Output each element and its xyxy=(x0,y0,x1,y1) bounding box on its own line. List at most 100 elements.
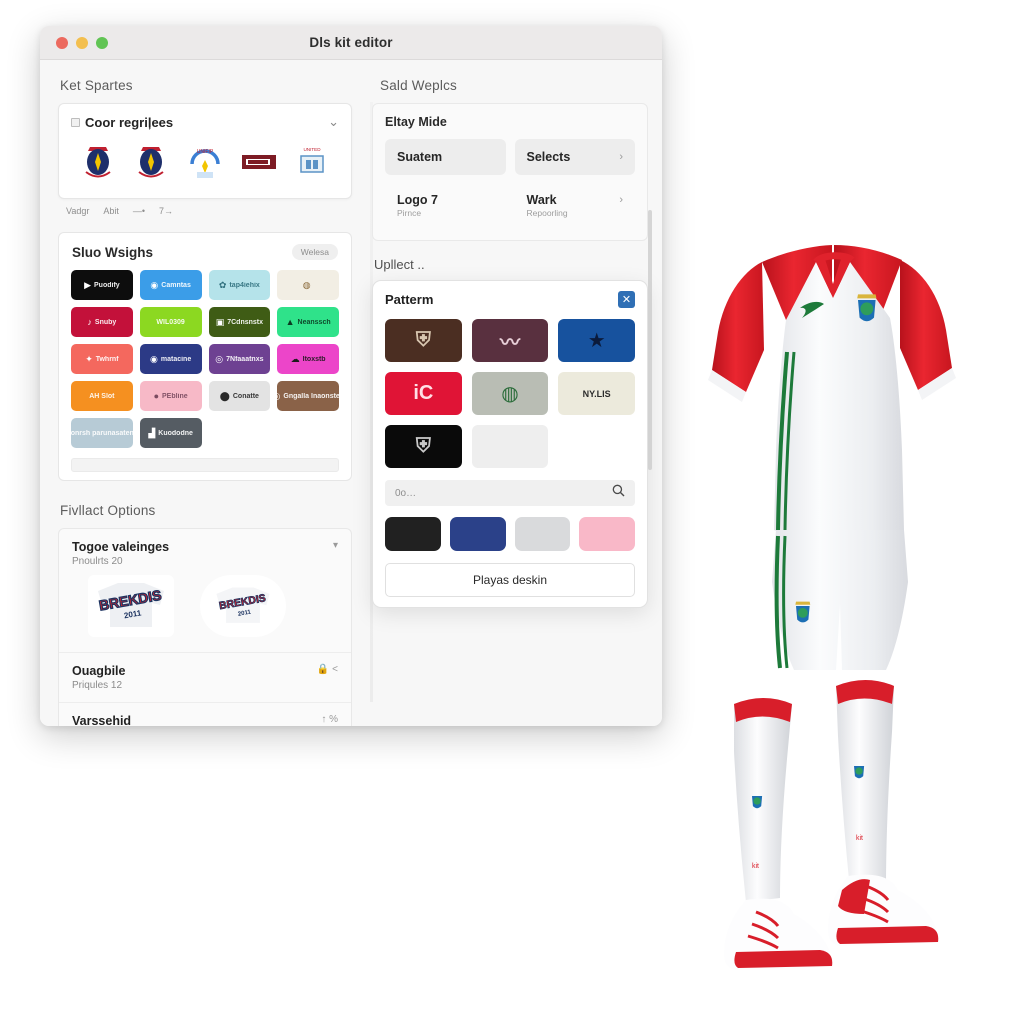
crest-thumb-2[interactable] xyxy=(131,140,171,184)
pattern-grid: ⛨ 〰 ★ iC ◍ NY.LIS ⛨ xyxy=(385,319,635,468)
sponsor-tile-glyph: ✦ xyxy=(85,353,93,364)
screen-root: Dls kit editor Ket Spartes Coor regriļee… xyxy=(0,0,1024,1024)
suatem-label: Suatem xyxy=(397,150,443,164)
sponsor-tile-label: matacine xyxy=(160,355,192,363)
right-column: Sald Weplcs Eltay Mide Suatem Selects › xyxy=(358,60,662,726)
sponsor-tile-glyph: ▟ xyxy=(148,427,156,438)
sponsor-tile-label: Gngalla Inaonstes xyxy=(283,392,339,400)
pattern-6[interactable]: NY.LIS xyxy=(558,372,635,415)
crest-card: Coor regriļees ⌄ UNIFIP UNITED xyxy=(58,103,352,199)
logos-card-badge[interactable]: Welesa xyxy=(291,244,338,260)
crest-thumb-4[interactable] xyxy=(239,140,279,184)
sponsor-tile-glyph: ◍ xyxy=(302,279,311,290)
subtab-3[interactable]: 7→ xyxy=(159,206,173,216)
crest-thumbnail-row: UNIFIP UNITED xyxy=(59,136,351,198)
sponsor-tile[interactable]: WIL0309 xyxy=(139,307,202,337)
eltay-mide-grid: Suatem Selects › Logo 7 Pirnce Wark › Re… xyxy=(385,139,635,226)
sponsor-tile[interactable]: ✦ Twhrnf xyxy=(71,344,133,374)
upload-icon[interactable]: ↑ % xyxy=(321,714,338,725)
fivllact-options-section: Fivllact Options Togoe valeinges Pnoulrt… xyxy=(52,503,358,726)
pattern-glyph: ⛨ xyxy=(415,329,431,351)
chevron-down-icon[interactable]: ⌄ xyxy=(328,114,339,130)
sponsor-tile[interactable]: ▲ Neanssch xyxy=(277,307,339,337)
list-item[interactable]: Togoe valeinges Pnoulrts 20 ▾ BREKDIS 20… xyxy=(59,529,351,653)
lock-icon[interactable]: 🔒 < xyxy=(317,664,338,675)
sponsor-tile[interactable]: ▶ Puodify xyxy=(71,270,133,300)
sponsor-tile[interactable]: ⬤ Conatte xyxy=(208,381,271,411)
sponsor-tile[interactable]: ▟ Kuododne xyxy=(139,418,202,448)
logo-button[interactable]: Logo 7 Pirnce xyxy=(385,184,506,226)
sponsor-tile-label: 7Cdnsnstx xyxy=(227,318,264,326)
playas-deskin-button[interactable]: Playas deskin xyxy=(385,563,635,597)
kit-sprites-heading: Ket Spartes xyxy=(60,78,133,93)
pattern-glyph: ◍ xyxy=(501,383,519,405)
sponsor-tile-glyph: ▲ xyxy=(285,316,295,327)
sponsor-tile[interactable]: ◎ 7Nfaaatnxs xyxy=(208,344,271,374)
sponsor-tile[interactable]: ◉ matacine xyxy=(139,344,202,374)
kit-thumb-round[interactable]: BREKDIS 2011 xyxy=(200,575,286,637)
search-icon[interactable] xyxy=(612,484,625,502)
pattern-1[interactable]: ⛨ xyxy=(385,319,462,362)
pattern-4[interactable]: iC xyxy=(385,372,462,415)
window-title: Dls kit editor xyxy=(309,35,393,50)
crest-thumb-5[interactable]: UNITED xyxy=(292,140,332,184)
sponsor-tile[interactable]: ◉ Camntas xyxy=(139,270,202,300)
pattern-search[interactable]: 0o… xyxy=(385,480,635,506)
sponsor-tile[interactable]: ✿ tap4iehix xyxy=(208,270,271,300)
list-item[interactable]: Varssehid Uoogros 14 ↑ % xyxy=(59,703,351,726)
kit-render: kit kit xyxy=(708,245,956,970)
sponsor-tile-label: 7Nfaaatnxs xyxy=(226,355,264,363)
pattern-5[interactable]: ◍ xyxy=(471,372,549,415)
crest-thumb-3[interactable]: UNIFIP xyxy=(185,140,225,184)
kit-thumb-square[interactable]: BREKDIS 2011 xyxy=(88,575,174,637)
pattern-7[interactable]: ⛨ xyxy=(385,425,462,468)
subtab-0[interactable]: Vadgr xyxy=(66,206,89,216)
sponsor-tile[interactable]: Pnonrsh parunasatenos xyxy=(71,418,133,448)
pattern-3[interactable]: ★ xyxy=(558,319,635,362)
list-item[interactable]: Ouagbile Priqules 12 🔒 < xyxy=(59,653,351,703)
search-input[interactable]: 0o… xyxy=(395,488,416,499)
crest-thumb-1[interactable] xyxy=(78,140,118,184)
crest-card-header: Coor regriļees ⌄ xyxy=(59,104,351,136)
sponsor-tile[interactable]: ◎Gngalla Inaonstes xyxy=(277,381,339,411)
subtab-2[interactable]: —• xyxy=(133,206,145,216)
subtab-1[interactable]: Abit xyxy=(103,206,119,216)
sponsor-tile-glyph: ● xyxy=(153,390,159,401)
socks-and-boots: kit kit xyxy=(724,680,939,970)
sponsor-tile-label: Conatte xyxy=(232,392,259,400)
sponsor-tile[interactable]: ☁ Itoxstb xyxy=(277,344,339,374)
logos-card-title: Sluo Wsighs xyxy=(72,244,153,260)
pattern-glyph: ⛨ xyxy=(415,435,431,457)
eltay-mide-title: Eltay Mide xyxy=(385,115,447,129)
close-icon[interactable]: ✕ xyxy=(618,291,635,308)
suatem-button[interactable]: Suatem xyxy=(385,139,506,175)
sponsor-tile[interactable]: ♪ Snuby xyxy=(71,307,133,337)
wark-button[interactable]: Wark › Repoorling xyxy=(515,184,636,226)
pattern-8[interactable] xyxy=(471,425,549,468)
sponsor-tile[interactable]: AH Slot xyxy=(71,381,133,411)
svg-text:kit: kit xyxy=(856,835,863,842)
sponsor-tile-label: Twhrnf xyxy=(95,355,119,363)
sponsor-tile-glyph: ⬤ xyxy=(219,390,230,401)
app-window: Dls kit editor Ket Spartes Coor regriļee… xyxy=(40,26,662,726)
color-swatch-1[interactable] xyxy=(385,517,441,551)
chevron-down-icon[interactable]: ▾ xyxy=(333,540,338,551)
tile-grid-scrollbar[interactable] xyxy=(71,458,339,472)
sponsor-tile-label: WIL0309 xyxy=(156,318,185,326)
sponsor-tile[interactable]: ◍ xyxy=(277,270,339,300)
right-column-scrollbar[interactable] xyxy=(648,210,652,470)
option-sub: Pnoulrts 20 xyxy=(72,556,123,567)
selects-button[interactable]: Selects › xyxy=(514,139,635,175)
color-swatch-2[interactable] xyxy=(449,517,506,551)
pattern-dialog-title: Patterm xyxy=(385,292,434,307)
shorts xyxy=(772,530,908,670)
sponsor-tile-glyph: ◎ xyxy=(215,353,224,364)
checkbox-icon[interactable] xyxy=(71,117,80,127)
kit-thumbnail-row: BREKDIS 2011 BREKDIS 2011 xyxy=(72,567,338,641)
wark-sub: Repoorling xyxy=(526,207,568,218)
sponsor-tile[interactable]: ▣ 7Cdnsnstx xyxy=(208,307,271,337)
color-swatch-3[interactable] xyxy=(514,517,571,551)
color-swatch-4[interactable] xyxy=(579,517,635,551)
pattern-2[interactable]: 〰 xyxy=(471,319,549,362)
sponsor-tile[interactable]: ● PEbline xyxy=(139,381,202,411)
